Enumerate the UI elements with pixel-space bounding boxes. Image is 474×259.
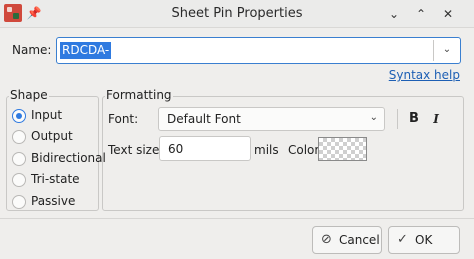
- check-icon: ✓: [397, 232, 408, 247]
- cancel-button-label: Cancel: [339, 233, 380, 247]
- bold-button[interactable]: B: [407, 109, 421, 129]
- radio-button[interactable]: [12, 195, 26, 209]
- radio-button[interactable]: [12, 152, 26, 166]
- shape-group-title: Shape: [9, 88, 49, 102]
- syntax-help-link[interactable]: Syntax help: [389, 68, 460, 82]
- name-input[interactable]: RDCDA-: [60, 42, 112, 59]
- toolbar-divider: [397, 109, 398, 129]
- formatting-group: Formatting Font: Default Font ⌄ B I Text…: [102, 88, 464, 211]
- font-label: Font:: [108, 112, 139, 126]
- radio-label: Bidirectional: [31, 151, 106, 165]
- cancel-button[interactable]: ⊘ Cancel: [312, 226, 382, 254]
- units-label: mils: [254, 143, 279, 157]
- radio-label: Tri-state: [31, 172, 80, 186]
- combo-divider: [433, 40, 434, 61]
- chevron-down-icon[interactable]: ⌄: [370, 112, 378, 123]
- text-size-label: Text size:: [108, 143, 164, 157]
- ok-button-label: OK: [415, 233, 433, 247]
- radio-button-checked[interactable]: [12, 109, 26, 123]
- color-swatch-button[interactable]: [318, 137, 367, 161]
- radio-button[interactable]: [12, 173, 26, 187]
- radio-button[interactable]: [12, 130, 26, 144]
- radio-label: Output: [31, 129, 73, 143]
- radio-label: Passive: [31, 194, 76, 208]
- shape-group: Shape Input Output Bidirectional Tri-sta…: [6, 88, 106, 211]
- font-select[interactable]: Default Font ⌄: [158, 107, 385, 131]
- name-combo[interactable]: RDCDA- ⌄: [56, 37, 461, 64]
- formatting-group-title: Formatting: [105, 88, 173, 102]
- minimize-button[interactable]: ⌄: [384, 4, 404, 24]
- chevron-down-icon[interactable]: ⌄: [440, 42, 454, 58]
- button-row-divider: [0, 218, 474, 219]
- italic-button[interactable]: I: [431, 109, 441, 129]
- radio-label: Input: [31, 108, 63, 122]
- maximize-button[interactable]: ⌃: [411, 4, 431, 24]
- title-bar: 📌 Sheet Pin Properties ⌄ ⌃ ✕: [0, 0, 474, 28]
- font-select-value: Default Font: [167, 112, 241, 126]
- text-size-value: 60: [168, 142, 184, 156]
- text-size-input[interactable]: 60: [159, 136, 251, 161]
- name-label: Name:: [12, 43, 52, 57]
- close-button[interactable]: ✕: [438, 4, 458, 24]
- cancel-icon: ⊘: [321, 232, 332, 247]
- ok-button[interactable]: ✓ OK: [388, 226, 460, 254]
